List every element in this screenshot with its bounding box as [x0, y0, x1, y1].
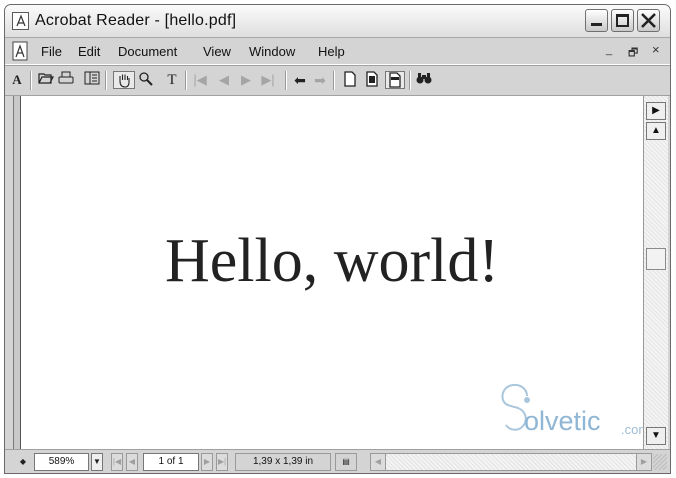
scroll-down-icon[interactable]: ▼: [646, 427, 666, 445]
toolbar-separator: [30, 71, 32, 90]
nav-pane-toggle-icon[interactable]: ▶: [646, 102, 666, 120]
document-close-button[interactable]: ×: [652, 42, 660, 57]
menu-document[interactable]: Document: [118, 44, 177, 59]
document-area: Hello, world! olvetic .com ▶ ▲ ▼: [5, 96, 670, 449]
page-text: Hello, world!: [164, 227, 500, 295]
vertical-scrollbar[interactable]: ▶ ▲ ▼: [643, 96, 668, 449]
document-restore-button[interactable]: 🗗: [628, 44, 638, 63]
close-button[interactable]: [637, 9, 660, 32]
page-layout-icon[interactable]: ▤: [335, 453, 357, 471]
scroll-right-icon[interactable]: ▶: [636, 454, 651, 470]
document-icon[interactable]: [11, 41, 31, 62]
menu-bar: File Edit Document View Window Help _ 🗗 …: [5, 38, 670, 65]
acrobat-reader-window: Acrobat Reader - [hello.pdf] File Edit D…: [4, 4, 671, 474]
next-page-icon[interactable]: ▶: [237, 71, 255, 89]
actual-size-icon[interactable]: [341, 71, 359, 89]
menu-window[interactable]: Window: [249, 44, 295, 59]
print-icon[interactable]: [57, 71, 75, 89]
horizontal-scrollbar[interactable]: ◀ ▶: [370, 453, 652, 471]
find-icon[interactable]: [415, 71, 433, 89]
toolbar-separator: [185, 71, 187, 90]
scroll-up-icon[interactable]: ▲: [646, 122, 666, 140]
menu-edit[interactable]: Edit: [78, 44, 100, 59]
minimize-icon: [591, 23, 602, 26]
maximize-icon: [616, 14, 629, 27]
fit-page-icon[interactable]: [363, 71, 381, 89]
toolbar-separator: [285, 71, 287, 90]
first-page-icon[interactable]: |◀: [191, 71, 209, 89]
last-page-icon[interactable]: ▶|: [259, 71, 277, 89]
scroll-left-icon[interactable]: ◀: [371, 454, 386, 470]
status-previous-page-icon[interactable]: ◀: [126, 453, 138, 471]
maximize-button[interactable]: [611, 9, 634, 32]
hand-tool-icon[interactable]: [113, 71, 135, 89]
minimize-button[interactable]: [585, 9, 608, 32]
zoom-tool-icon[interactable]: [137, 71, 155, 89]
text-tool-icon[interactable]: T: [163, 71, 181, 89]
menu-view[interactable]: View: [203, 44, 231, 59]
go-back-icon[interactable]: ⬅: [291, 71, 309, 89]
close-icon: [641, 13, 656, 28]
toolbar: A T |◀ ◀ ▶ ▶| ⬅ ➡: [5, 65, 670, 96]
solvetic-watermark: olvetic .com: [497, 382, 657, 442]
menu-file[interactable]: File: [41, 44, 62, 59]
watermark-brand: olvetic: [524, 406, 601, 436]
scroll-thumb[interactable]: [646, 248, 666, 270]
document-minimize-button[interactable]: _: [606, 44, 612, 56]
page-number-field[interactable]: 1 of 1: [143, 453, 199, 471]
status-next-page-icon[interactable]: ▶: [201, 453, 213, 471]
status-last-page-icon[interactable]: ▶|: [216, 453, 228, 471]
fit-width-icon[interactable]: [385, 71, 405, 89]
split-icon[interactable]: ◆: [17, 453, 29, 471]
zoom-field[interactable]: 589%: [34, 453, 89, 471]
open-icon[interactable]: [37, 71, 55, 89]
page-size-display: 1,39 x 1,39 in: [235, 453, 331, 471]
zoom-dropdown-icon[interactable]: ▼: [91, 453, 103, 471]
resize-grip[interactable]: [653, 454, 667, 470]
toolbar-separator: [409, 71, 411, 90]
show-hide-navigation-icon[interactable]: [83, 71, 101, 89]
toolbar-separator: [333, 71, 335, 90]
window-title: Acrobat Reader - [hello.pdf]: [35, 12, 237, 29]
acrobat-app-icon: [12, 12, 29, 30]
previous-page-icon[interactable]: ◀: [215, 71, 233, 89]
text-select-icon[interactable]: A: [8, 71, 26, 89]
menu-help[interactable]: Help: [318, 44, 345, 59]
toolbar-separator: [105, 71, 107, 90]
pdf-page[interactable]: Hello, world! olvetic .com: [20, 96, 649, 449]
title-bar[interactable]: Acrobat Reader - [hello.pdf]: [5, 5, 670, 38]
status-bar: ◆ 589% ▼ |◀ ◀ 1 of 1 ▶ ▶| 1,39 x 1,39 in…: [5, 449, 670, 473]
status-first-page-icon[interactable]: |◀: [111, 453, 123, 471]
go-forward-icon[interactable]: ➡: [311, 71, 329, 89]
